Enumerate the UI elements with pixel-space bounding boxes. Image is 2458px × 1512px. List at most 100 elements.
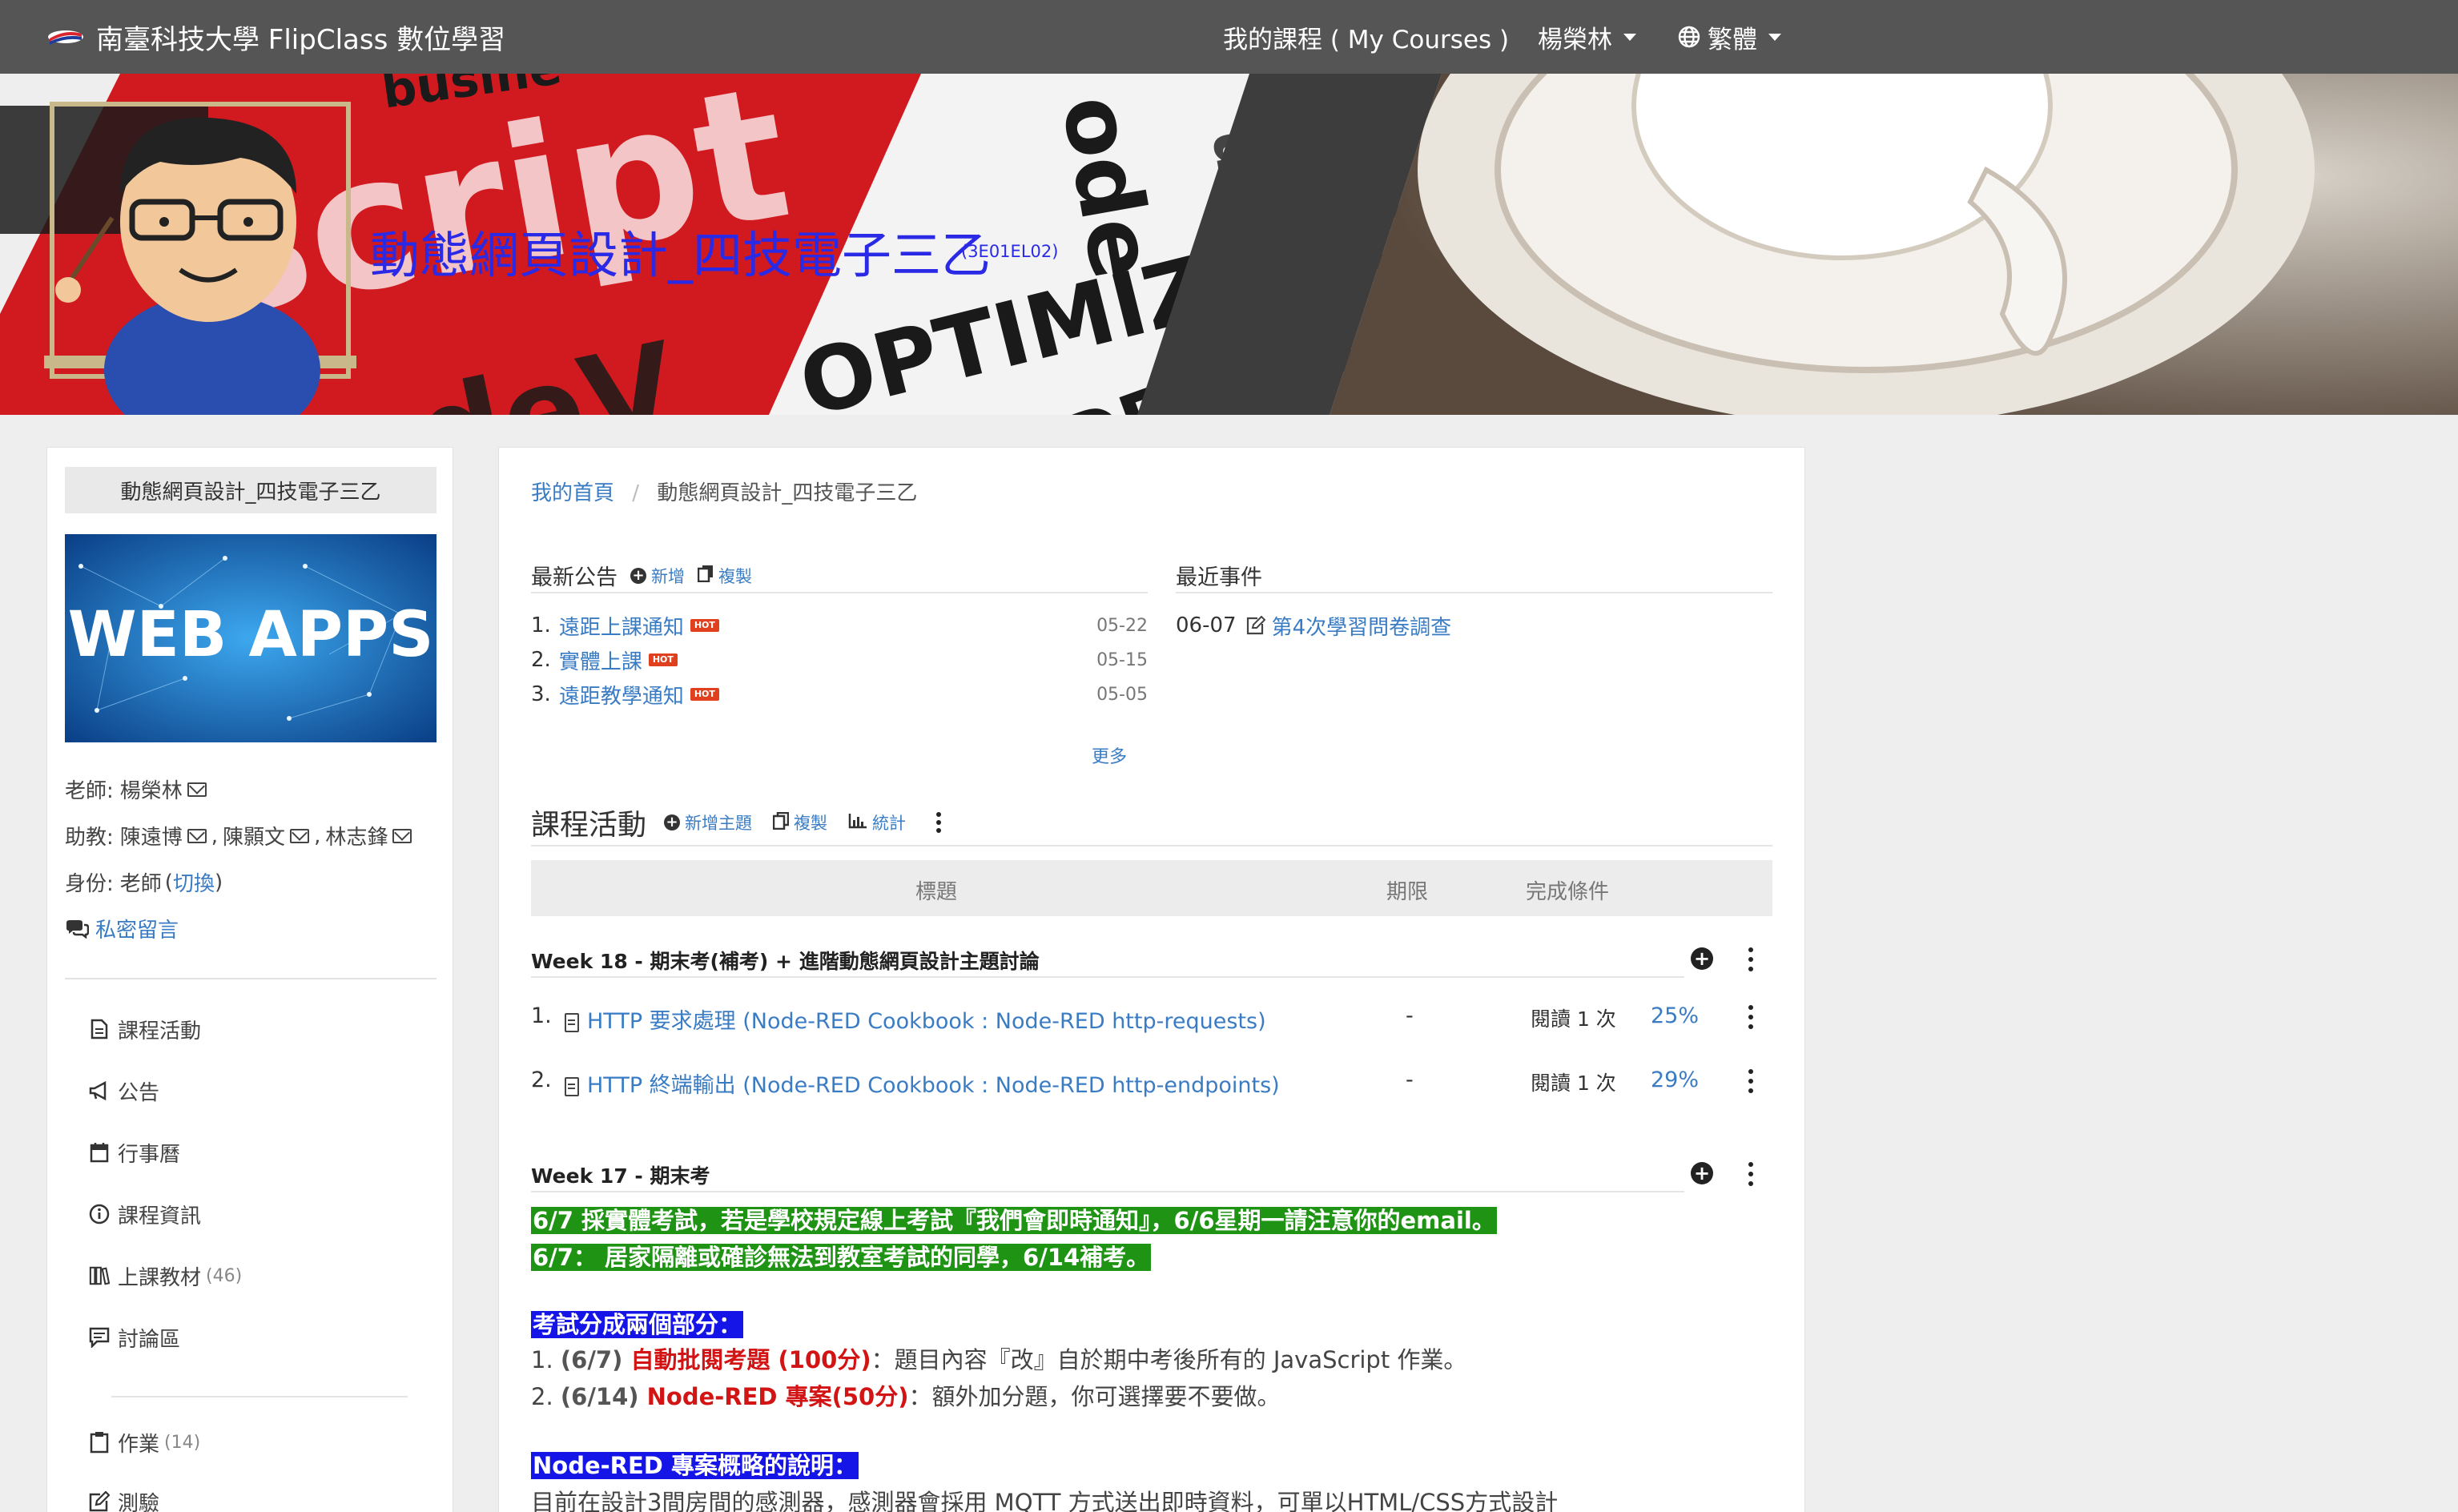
- envelope-icon[interactable]: [392, 828, 412, 843]
- week-menu-icon[interactable]: [1747, 947, 1755, 971]
- sidebar-item-calendar[interactable]: 行事曆: [89, 1136, 180, 1168]
- sidebar-item-assignments[interactable]: 作業 (14): [89, 1426, 200, 1458]
- add-activity-icon[interactable]: +: [1691, 1162, 1713, 1184]
- activity-link[interactable]: HTTP 終端輸出 (Node-RED Cookbook : Node-RED …: [587, 1073, 1280, 1098]
- language-menu[interactable]: 繁體: [1677, 16, 1781, 58]
- info-icon: [89, 1204, 110, 1224]
- sidebar-item-label: 公告: [118, 1080, 160, 1105]
- private-message-label: 私密留言: [95, 919, 179, 943]
- announcement-link[interactable]: 遠距上課通知: [559, 611, 684, 641]
- list-num: 2.: [531, 1383, 561, 1410]
- comments-icon: [65, 919, 89, 939]
- switch-identity-link[interactable]: 切換: [173, 867, 215, 897]
- edit-icon: [89, 1491, 110, 1512]
- activity-condition: 閱讀 1 次: [1531, 1007, 1616, 1031]
- private-message-link[interactable]: 私密留言: [65, 914, 179, 943]
- ta-name: 陳顥文: [223, 826, 286, 850]
- announcement-item: 1. 遠距上課通知 HOT 05-22: [531, 609, 1148, 641]
- announcement-item: 2. 實體上課 HOT 05-15: [531, 644, 1148, 676]
- announcements-divider: [531, 592, 1148, 593]
- exam-part-desc: ：額外加分題，你可選擇要不要做。: [908, 1383, 1281, 1410]
- activity-link[interactable]: HTTP 要求處理 (Node-RED Cookbook : Node-RED …: [587, 1009, 1266, 1034]
- copy-activities-button[interactable]: 複製: [772, 810, 827, 834]
- activity-completion-link[interactable]: 25%: [1651, 1003, 1699, 1028]
- bar-chart-icon: [848, 813, 867, 833]
- caret-down-icon: [1768, 33, 1781, 41]
- assignments-count: (14): [164, 1432, 201, 1453]
- identity-info: 身份: 老師 (切換): [65, 867, 223, 897]
- sidebar-divider: [111, 1396, 408, 1397]
- exam-part-title: Node-RED 專案(50分): [638, 1383, 909, 1410]
- stats-button[interactable]: 統計: [848, 810, 906, 834]
- breadcrumb-home[interactable]: 我的首頁: [531, 481, 614, 505]
- activity-num: 1.: [531, 1003, 552, 1028]
- user-name: 楊榮林: [1538, 25, 1612, 54]
- event-link[interactable]: 第4次學習問卷調查: [1272, 611, 1452, 641]
- add-announcement-button[interactable]: + 新增: [630, 564, 685, 588]
- announcement-num: 2.: [531, 648, 551, 672]
- copy-announcement-button[interactable]: 複製: [697, 564, 752, 588]
- exam-notice-1: 6/7 採實體考試，若是學校規定線上考試『我們會即時通知』，6/6星期一請注意你…: [531, 1202, 1497, 1236]
- user-menu[interactable]: 楊榮林: [1538, 16, 1636, 58]
- caret-down-icon: [1623, 33, 1636, 41]
- course-image: WEB APPS: [65, 534, 436, 742]
- announcement-date: 05-22: [1096, 615, 1148, 636]
- activity-completion-link[interactable]: 29%: [1651, 1068, 1699, 1092]
- language-label: 繁體: [1708, 25, 1757, 54]
- highlight-text: Node-RED 專案概略的說明：: [531, 1452, 859, 1479]
- exam-date: (6/14): [560, 1383, 639, 1410]
- add-activity-icon[interactable]: +: [1691, 947, 1713, 970]
- activity-menu-icon[interactable]: [1747, 1005, 1755, 1029]
- globe-icon: [1677, 25, 1701, 49]
- sidebar-item-activities[interactable]: 課程活動: [89, 1013, 201, 1045]
- event-item: 06-07 第4次學習問卷調查: [1176, 609, 1792, 641]
- sidebar-item-materials[interactable]: 上課教材 (46): [89, 1260, 242, 1292]
- events-divider: [1176, 592, 1772, 593]
- exam-part-2: 2. (6/14) Node-RED 專案(50分)：額外加分題，你可選擇要不要…: [531, 1378, 1280, 1412]
- add-topic-label: 新增主題: [685, 814, 753, 833]
- sidebar-item-announcements[interactable]: 公告: [89, 1075, 159, 1107]
- brand[interactable]: 南臺科技大學 FlipClass 數位學習: [46, 16, 505, 58]
- document-icon: [565, 1076, 579, 1096]
- sidebar-item-label: 討論區: [118, 1327, 181, 1352]
- my-courses-link[interactable]: 我的課程 ( My Courses ): [1223, 16, 1509, 58]
- envelope-icon[interactable]: [187, 828, 207, 843]
- announcement-item: 3. 遠距教學通知 HOT 05-05: [531, 678, 1148, 710]
- more-options-icon[interactable]: [935, 812, 943, 833]
- activity-row: 2. HTTP 終端輸出 (Node-RED Cookbook : Node-R…: [531, 1064, 1772, 1098]
- col-deadline: 期限: [1386, 880, 1429, 904]
- survey-icon: [1246, 616, 1265, 635]
- activities-title: 課程活動: [531, 809, 647, 842]
- list-num: 1.: [531, 1346, 561, 1373]
- announcement-link[interactable]: 實體上課: [559, 645, 642, 675]
- col-condition: 完成條件: [1526, 880, 1610, 904]
- sidebar-item-label: 測驗: [118, 1491, 160, 1512]
- envelope-icon[interactable]: [187, 782, 207, 797]
- banner-background: OPTIMIZATION DESIGN script deV ode ution…: [0, 74, 2458, 415]
- announcement-date: 05-15: [1096, 649, 1148, 670]
- my-courses-label: 我的課程 ( My Courses ): [1223, 25, 1510, 54]
- events-title: 最近事件: [1176, 565, 1262, 590]
- sidebar-item-quiz[interactable]: 測驗: [89, 1486, 159, 1512]
- more-announcements-link[interactable]: 更多: [1092, 742, 1127, 768]
- activity-menu-icon[interactable]: [1747, 1069, 1755, 1093]
- exam-date: (6/7): [560, 1346, 623, 1373]
- sidebar-item-label: 上課教材: [118, 1265, 202, 1290]
- announcement-num: 3.: [531, 682, 551, 706]
- sidebar-item-course-info[interactable]: 課程資訊: [89, 1198, 201, 1230]
- copy-label: 複製: [718, 566, 752, 586]
- plus-circle-icon: +: [664, 814, 681, 830]
- week-divider: [531, 1191, 1684, 1192]
- add-topic-button[interactable]: + 新增主題: [664, 810, 752, 834]
- announcements-title: 最新公告: [531, 565, 618, 590]
- announcement-link[interactable]: 遠距教學通知: [559, 680, 684, 710]
- sidebar-item-discussion[interactable]: 討論區: [89, 1321, 180, 1353]
- teacher-info: 老師: 楊榮林: [65, 774, 211, 804]
- top-navbar: 南臺科技大學 FlipClass 數位學習 我的課程 ( My Courses …: [0, 0, 2458, 74]
- ta-name: 林志鋒: [325, 826, 388, 850]
- week-menu-icon[interactable]: [1747, 1162, 1755, 1186]
- envelope-icon[interactable]: [290, 828, 310, 843]
- teacher-name: 楊榮林: [119, 779, 183, 803]
- document-icon: [565, 1012, 579, 1032]
- breadcrumb: 我的首頁 / 動態網頁設計_四技電子三乙: [531, 481, 918, 505]
